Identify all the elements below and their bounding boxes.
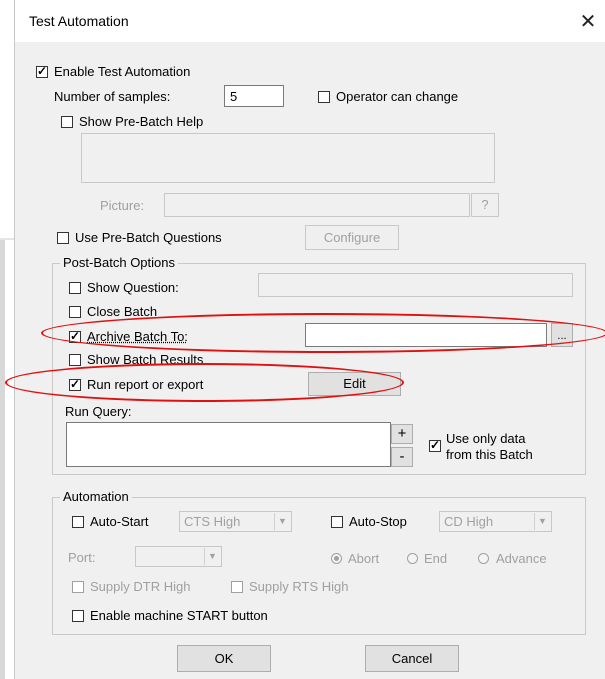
enable-machine-start-label: Enable machine START button [90,608,268,623]
use-only-data-label-line2: from this Batch [446,447,533,462]
supply-rts-checkbox[interactable] [231,581,243,593]
auto-start-checkbox[interactable] [72,516,84,528]
auto-stop-select-value: CD High [444,514,494,529]
operator-can-change-checkbox[interactable] [318,91,330,103]
show-batch-results-checkbox[interactable] [69,354,81,366]
cancel-button[interactable]: Cancel [365,645,459,672]
enable-machine-start-checkbox[interactable] [72,610,84,622]
auto-stop-checkbox[interactable] [331,516,343,528]
post-batch-options-title: Post-Batch Options [60,255,178,270]
highlight-oval-archive [41,313,605,353]
pre-batch-help-text [81,133,495,183]
configure-button[interactable]: Configure [305,225,399,250]
chevron-down-icon: ▼ [274,513,290,530]
picture-path-input [164,193,470,217]
checkmark-icon: ✓ [430,438,441,452]
checkmark-icon: ✓ [37,64,48,78]
background-window-edge [0,238,5,679]
supply-dtr-checkbox[interactable] [72,581,84,593]
auto-start-select-value: CTS High [184,514,241,529]
title-bar: Test Automation ✕ [15,0,605,42]
show-question-label: Show Question: [87,280,179,295]
picture-label: Picture: [100,198,145,213]
enable-test-automation-checkbox[interactable]: ✓ [36,64,48,78]
chevron-down-icon: ▼ [534,513,550,530]
background-window-line [0,238,14,240]
port-label: Port: [68,550,96,565]
number-of-samples-input[interactable]: 5 [224,85,284,107]
auto-start-select[interactable]: CTS High ▼ [179,511,292,532]
use-pre-batch-questions-label: Use Pre-Batch Questions [75,230,222,245]
use-only-batch-data-checkbox[interactable]: ✓ [429,438,441,452]
add-query-button[interactable]: + [391,424,413,444]
ok-button[interactable]: OK [177,645,271,672]
abort-radio[interactable] [331,553,342,564]
advance-label: Advance [496,551,547,566]
show-question-checkbox[interactable] [69,282,81,294]
close-batch-checkbox[interactable] [69,306,81,318]
end-radio[interactable] [407,553,418,564]
abort-label: Abort [348,551,380,566]
highlight-oval-run-report [5,363,404,402]
advance-radio[interactable] [478,553,489,564]
remove-query-button[interactable]: - [391,447,413,467]
radio-dot-icon [334,556,339,561]
picture-browse-button[interactable]: ? [471,193,499,217]
enable-test-automation-label: Enable Test Automation [54,64,191,79]
run-query-input[interactable] [66,422,391,467]
operator-can-change-label: Operator can change [336,89,459,104]
show-pre-batch-help-checkbox[interactable] [61,116,73,128]
auto-stop-label: Auto-Stop [349,514,407,529]
number-of-samples-value: 5 [230,89,238,104]
dialog-title: Test Automation [29,13,129,29]
auto-start-label: Auto-Start [90,514,149,529]
close-icon[interactable]: ✕ [576,9,600,34]
use-only-data-label-line1: Use only data [446,431,526,446]
automation-title: Automation [60,489,132,504]
auto-stop-select[interactable]: CD High ▼ [439,511,552,532]
supply-dtr-label: Supply DTR High [90,579,191,594]
port-select[interactable]: ▼ [135,546,222,567]
use-pre-batch-questions-checkbox[interactable] [57,232,69,244]
chevron-down-icon: ▼ [204,548,220,565]
number-of-samples-label: Number of samples: [54,89,171,104]
test-automation-dialog: Test Automation ✕ ✓ Enable Test Automati… [5,0,605,679]
show-question-input [258,273,573,297]
end-label: End [424,551,448,566]
supply-rts-label: Supply RTS High [249,579,349,594]
run-query-label: Run Query: [65,404,132,419]
show-pre-batch-help-label: Show Pre-Batch Help [79,114,204,129]
